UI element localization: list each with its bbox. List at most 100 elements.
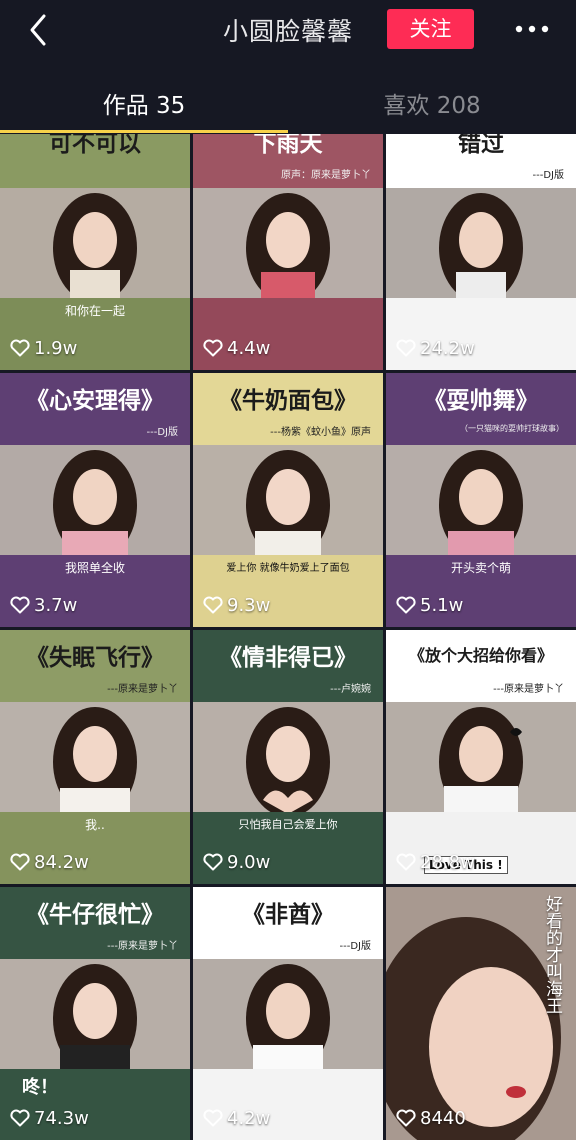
video-thumbnail[interactable]: 可不可以 和你在一起 1.9w: [0, 134, 190, 370]
cover-title: 可不可以: [49, 134, 141, 157]
heart-outline-icon: [396, 853, 416, 871]
tab-works[interactable]: 作品 35: [0, 86, 288, 120]
video-thumbnail[interactable]: 《失眠飞行》 ---原来是萝卜丫 我.. 84.2w: [0, 630, 190, 884]
like-count: 8440: [396, 1106, 466, 1130]
cover-subtitle: ---DJ版: [532, 170, 564, 181]
cover-title: 好看的才叫海王: [542, 895, 562, 1014]
like-count-value: 4.2w: [227, 1107, 271, 1129]
person-photo: [439, 707, 523, 812]
cover-subtitle: ---原来是萝卜丫: [107, 684, 178, 695]
like-count-value: 3.7w: [34, 594, 78, 616]
back-button[interactable]: [22, 10, 58, 50]
cover-subtitle: ---卢婉婉: [330, 684, 371, 695]
cover-subtitle: ---杨紫《蚊小鱼》原声: [270, 427, 371, 438]
like-count-value: 28.8w: [420, 851, 475, 873]
like-count: 4.4w: [203, 336, 270, 360]
like-count: 5.1w: [396, 593, 463, 617]
like-count: 1.9w: [10, 336, 77, 360]
heart-outline-icon: [203, 1109, 223, 1127]
heart-outline-icon: [10, 596, 30, 614]
cover-title: 《非酋》: [242, 901, 334, 928]
cover-subtitle: ---DJ版: [146, 427, 178, 438]
video-grid: 可不可以 和你在一起 1.9w 下雨天 原声：原来是萝卜丫 4.4w 错过 --…: [0, 134, 576, 1140]
person-photo: [246, 964, 330, 1069]
person-photo: [53, 964, 137, 1069]
like-count-value: 4.4w: [227, 337, 271, 359]
like-count: 9.3w: [203, 593, 270, 617]
profile-page: 小圆脸馨馨 关注 作品 35 喜欢 208 可不可以 和你在一起 1.9w 下雨…: [0, 0, 576, 1140]
video-thumbnail[interactable]: 《耍帅舞》 （一只猫咪的耍帅打球故事） 开头卖个萌 5.1w: [386, 373, 576, 627]
cover-title: 《放个大招给你看》: [408, 646, 553, 665]
heart-outline-icon: [203, 339, 223, 357]
more-dots-icon: [515, 25, 549, 33]
like-count: 74.3w: [10, 1106, 89, 1130]
heart-outline-icon: [10, 853, 30, 871]
cover-caption: 开头卖个萌: [450, 561, 511, 575]
follow-button[interactable]: 关注: [387, 9, 474, 49]
like-count-value: 5.1w: [420, 594, 464, 616]
person-photo: [246, 707, 330, 812]
top-bar: 小圆脸馨馨 关注: [0, 0, 576, 60]
person-photo: [246, 450, 330, 555]
person-photo: [53, 450, 137, 555]
cover-subtitle: （一只猫咪的耍帅打球故事）: [460, 424, 564, 433]
person-photo: [53, 707, 137, 812]
like-count-value: 1.9w: [34, 337, 78, 359]
heart-outline-icon: [203, 596, 223, 614]
cover-title: 下雨天: [253, 134, 323, 157]
video-thumbnail[interactable]: 下雨天 原声：原来是萝卜丫 4.4w: [193, 134, 383, 370]
video-thumbnail[interactable]: 《非酋》 ---DJ版 4.2w: [193, 887, 383, 1140]
cover-subtitle: 原声：原来是萝卜丫: [281, 170, 371, 181]
person-photo: [439, 450, 523, 555]
like-count-value: 9.3w: [227, 594, 271, 616]
like-count-value: 84.2w: [34, 851, 89, 873]
heart-outline-icon: [10, 1109, 30, 1127]
cover-caption: 咚！: [22, 1077, 58, 1098]
like-count: 84.2w: [10, 850, 89, 874]
cover-caption: 和你在一起: [64, 304, 125, 318]
person-photo: [439, 193, 523, 298]
cover-subtitle: ---原来是萝卜丫: [493, 684, 564, 695]
video-thumbnail[interactable]: 好看的才叫海王 8440: [386, 887, 576, 1140]
heart-outline-icon: [396, 596, 416, 614]
profile-name: 小圆脸馨馨: [222, 17, 353, 46]
cover-caption: 我照单全收: [64, 561, 125, 575]
video-thumbnail[interactable]: 《牛奶面包》 ---杨紫《蚊小鱼》原声 爱上你 就像牛奶爱上了面包 9.3w: [193, 373, 383, 627]
like-count: 3.7w: [10, 593, 77, 617]
cover-title: 《牛仔很忙》: [26, 901, 164, 928]
video-thumbnail[interactable]: 《牛仔很忙》 ---原来是萝卜丫 咚！ 74.3w: [0, 887, 190, 1140]
cover-caption: 爱上你 就像牛奶爱上了面包: [226, 563, 350, 574]
heart-outline-icon: [203, 853, 223, 871]
heart-outline-icon: [396, 339, 416, 357]
cover-subtitle: ---原来是萝卜丫: [107, 941, 178, 952]
like-count: 4.2w: [203, 1106, 270, 1130]
like-count-value: 8440: [420, 1107, 466, 1129]
cover-title: 《心安理得》: [26, 387, 164, 414]
cover-title: 《耍帅舞》: [423, 387, 539, 414]
cover-caption: 只怕我自己会爱上你: [238, 818, 338, 831]
like-count: 9.0w: [203, 850, 270, 874]
video-thumbnail[interactable]: 错过 ---DJ版 24.2w: [386, 134, 576, 370]
video-thumbnail[interactable]: 《心安理得》 ---DJ版 我照单全收 3.7w: [0, 373, 190, 627]
person-photo: [53, 193, 137, 298]
video-thumbnail[interactable]: 《放个大招给你看》 ---原来是萝卜丫 Love This ! 28.8w: [386, 630, 576, 884]
cover-title: 《失眠飞行》: [26, 644, 164, 671]
like-count-value: 9.0w: [227, 851, 271, 873]
like-count: 28.8w: [396, 850, 475, 874]
cover-caption: 我..: [85, 818, 105, 832]
cover-title: 错过: [458, 134, 504, 157]
heart-outline-icon: [10, 339, 30, 357]
more-options-button[interactable]: [512, 18, 552, 40]
like-count: 24.2w: [396, 336, 475, 360]
cover-title: 《情非得已》: [219, 644, 357, 671]
chevron-left-icon: [30, 14, 46, 46]
person-photo: [246, 193, 330, 298]
video-thumbnail[interactable]: 《情非得已》 ---卢婉婉 只怕我自己会爱上你 9.0w: [193, 630, 383, 884]
profile-tabs: 作品 35 喜欢 208: [0, 60, 576, 134]
cover-subtitle: ---DJ版: [339, 941, 371, 952]
tab-likes[interactable]: 喜欢 208: [288, 86, 576, 120]
tab-indicator: [0, 130, 288, 133]
heart-outline-icon: [396, 1109, 416, 1127]
like-count-value: 74.3w: [34, 1107, 89, 1129]
like-count-value: 24.2w: [420, 337, 475, 359]
